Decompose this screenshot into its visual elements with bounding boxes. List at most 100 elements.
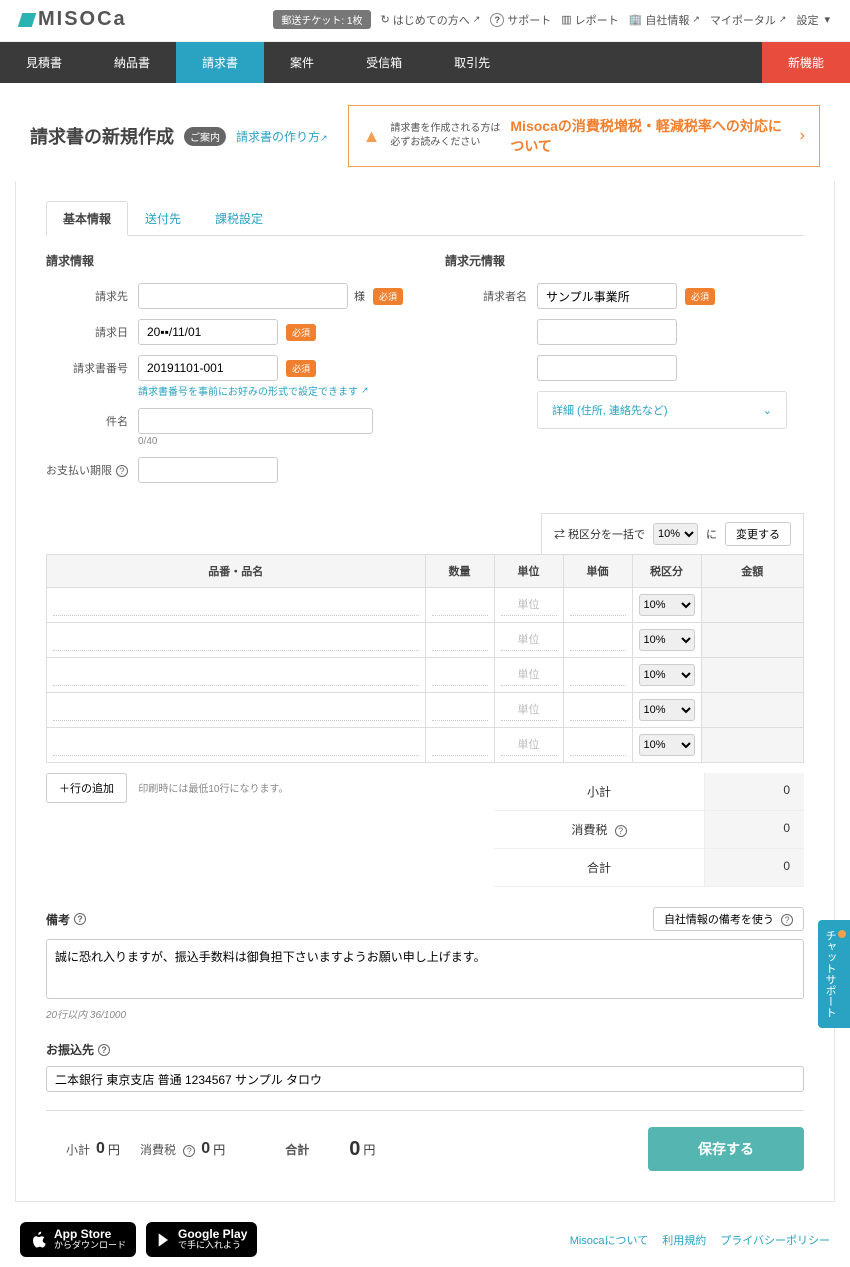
item-tax-select[interactable]: 10% (639, 629, 695, 651)
item-unit-input[interactable] (501, 629, 557, 651)
bank-input[interactable] (46, 1066, 804, 1092)
form-columns: 請求情報 請求先 様 必須 請求日 必須 請求書番号 必須 請求書番号を事前にお… (46, 252, 804, 493)
guide-link[interactable]: 請求書の作り方 (236, 128, 328, 145)
item-price-input[interactable] (570, 594, 626, 616)
item-name-input[interactable] (53, 594, 419, 616)
add-row-button[interactable]: ＋行の追加 (46, 773, 127, 803)
use-company-remarks-button[interactable]: 自社情報の備考を使う ? (653, 907, 804, 931)
item-qty-input[interactable] (432, 664, 488, 686)
subject-input[interactable] (138, 408, 373, 434)
client-label: 請求先 (46, 288, 138, 304)
chevron-right-icon: › (800, 127, 805, 145)
item-price-input[interactable] (570, 664, 626, 686)
item-tax-select[interactable]: 10% (639, 664, 695, 686)
settings-menu[interactable]: 設定 (796, 12, 830, 28)
sender-extra2-input[interactable] (537, 355, 677, 381)
link-report[interactable]: レポート (561, 12, 618, 28)
tab-basic[interactable]: 基本情報 (46, 201, 128, 236)
tab-tax[interactable]: 課税設定 (198, 201, 280, 236)
nav-project[interactable]: 案件 (264, 42, 340, 83)
item-qty-input[interactable] (432, 734, 488, 756)
remarks-head: 備考? 自社情報の備考を使う ? (46, 907, 804, 931)
link-portal[interactable]: マイポータル (710, 12, 787, 28)
link-support[interactable]: サポート (490, 12, 551, 28)
item-price-input[interactable] (570, 734, 626, 756)
item-qty-input[interactable] (432, 629, 488, 651)
num-hint-link[interactable]: 請求書番号を事前にお好みの形式で設定できます (138, 383, 369, 398)
privacy-link[interactable]: プライバシーポリシー (720, 1232, 830, 1248)
help-icon[interactable]: ? (615, 825, 627, 837)
about-link[interactable]: Misocaについて (570, 1232, 649, 1248)
due-input[interactable] (138, 457, 278, 483)
google-play-badge[interactable]: Google Playで手に入れよう (146, 1222, 257, 1257)
item-tax-select[interactable]: 10% (639, 594, 695, 616)
num-label: 請求書番号 (46, 360, 138, 376)
help-icon[interactable]: ? (116, 465, 128, 477)
bulk-apply-button[interactable]: 変更する (725, 522, 791, 546)
link-first-time[interactable]: はじめての方へ (381, 12, 481, 28)
nav-contacts[interactable]: 取引先 (428, 42, 516, 83)
due-label: お支払い期限? (46, 462, 138, 478)
nav-estimate[interactable]: 見積書 (0, 42, 88, 83)
logo-text: MISOCa (38, 8, 127, 31)
item-name-input[interactable] (53, 629, 419, 651)
required-badge: 必須 (685, 288, 715, 305)
num-input[interactable] (138, 355, 278, 381)
item-name-input[interactable] (53, 664, 419, 686)
bulk-rate-select[interactable]: 10% (653, 523, 698, 545)
date-label: 請求日 (46, 324, 138, 340)
item-price-input[interactable] (570, 699, 626, 721)
item-unit-input[interactable] (501, 699, 557, 721)
table-row: 10% (47, 623, 804, 658)
remarks-textarea[interactable]: 誠に恐れ入りますが、振込手数料は御負担下さいますようお願い申し上げます。 (46, 939, 804, 999)
nav-delivery[interactable]: 納品書 (88, 42, 176, 83)
tax-banner[interactable]: ▲ 請求書を作成される方は必ずお読みください Misocaの消費税増税・軽減税率… (348, 105, 820, 167)
item-name-input[interactable] (53, 734, 419, 756)
items-table: 品番・品名 数量 単位 単価 税区分 金額 10%10%10%10%10% (46, 554, 804, 763)
f-sub-val: 0 (96, 1140, 105, 1158)
subject-label: 件名 (46, 413, 138, 429)
required-badge: 必須 (373, 288, 403, 305)
item-unit-input[interactable] (501, 734, 557, 756)
terms-link[interactable]: 利用規約 (662, 1232, 706, 1248)
th-qty: 数量 (425, 555, 494, 588)
table-row: 10% (47, 658, 804, 693)
nav-invoice[interactable]: 請求書 (176, 42, 264, 83)
guide-badge: ご案内 (184, 127, 226, 146)
nav-new-feature[interactable]: 新機能 (762, 42, 850, 83)
item-unit-input[interactable] (501, 594, 557, 616)
sender-details-toggle[interactable]: 詳細 (住所, 連絡先など) ⌄ (537, 391, 787, 429)
chart-icon (561, 13, 571, 26)
help-icon[interactable]: ? (183, 1145, 195, 1157)
bulk-prefix: ⇄ 税区分を一括で (554, 526, 645, 542)
item-name-input[interactable] (53, 699, 419, 721)
item-unit-input[interactable] (501, 664, 557, 686)
item-tax-select[interactable]: 10% (639, 699, 695, 721)
date-input[interactable] (138, 319, 278, 345)
sender-name-input[interactable] (537, 283, 677, 309)
sender-info-col: 請求元情報 請求者名 必須 詳細 (住所, 連絡先など) ⌄ (445, 252, 804, 493)
item-tax-select[interactable]: 10% (639, 734, 695, 756)
help-icon[interactable]: ? (74, 913, 86, 925)
sender-extra1-input[interactable] (537, 319, 677, 345)
th-unit: 単位 (494, 555, 563, 588)
help-icon[interactable]: ? (98, 1044, 110, 1056)
logo[interactable]: MISOCa (20, 8, 127, 31)
nav-inbox[interactable]: 受信箱 (340, 42, 428, 83)
footer-bar: 小計 0 円 消費税 ? 0 円 合計 0 円 保存する (46, 1110, 804, 1171)
tax-label: 消費税 ? (494, 811, 704, 848)
item-price-input[interactable] (570, 629, 626, 651)
app-store-badge[interactable]: App Storeからダウンロード (20, 1222, 136, 1257)
client-input[interactable] (138, 283, 348, 309)
tab-dest[interactable]: 送付先 (128, 201, 198, 236)
required-badge: 必須 (286, 360, 316, 377)
required-badge: 必須 (286, 324, 316, 341)
link-company[interactable]: 自社情報 (629, 12, 700, 28)
item-qty-input[interactable] (432, 594, 488, 616)
chat-support-tab[interactable]: チャットサポート (818, 920, 850, 1028)
help-icon (490, 13, 504, 27)
topbar-right: 郵送チケット: 1枚 はじめての方へ サポート レポート 自社情報 マイポータル… (273, 10, 830, 29)
save-button[interactable]: 保存する (648, 1127, 804, 1171)
ticket-badge[interactable]: 郵送チケット: 1枚 (273, 10, 370, 29)
item-qty-input[interactable] (432, 699, 488, 721)
